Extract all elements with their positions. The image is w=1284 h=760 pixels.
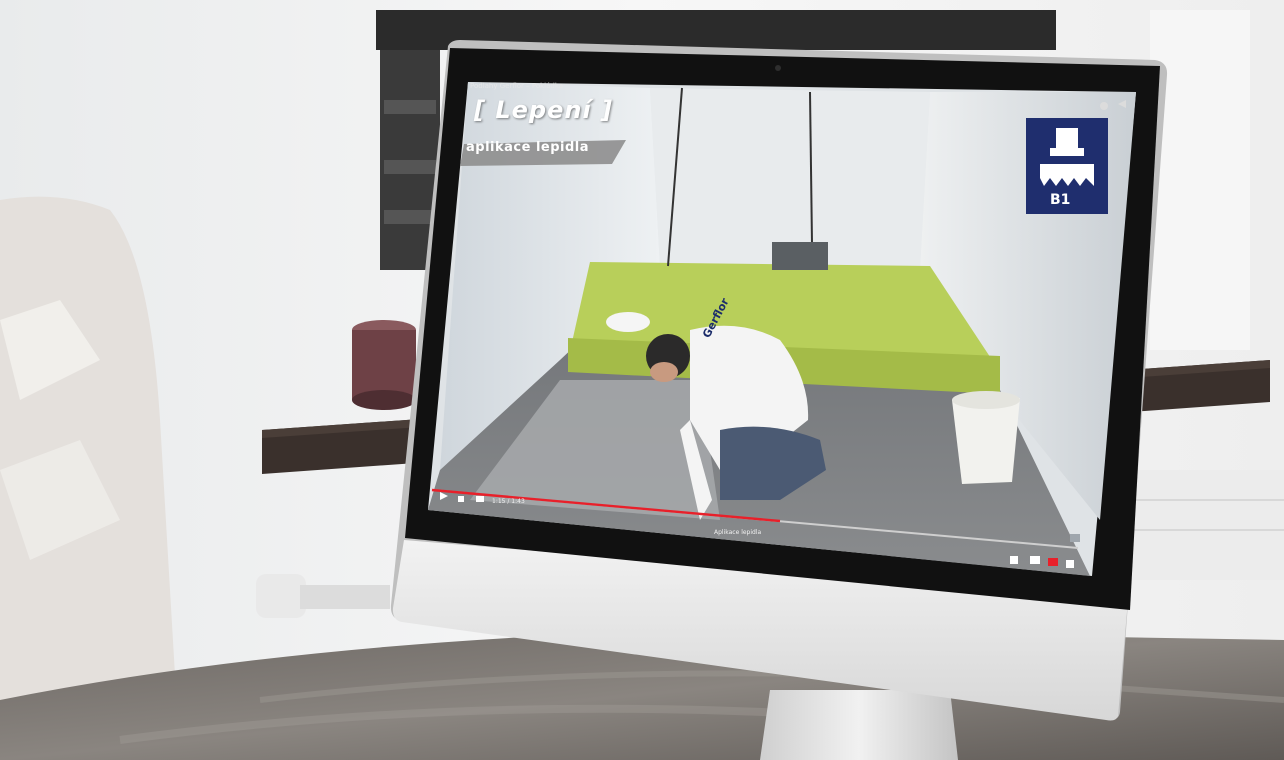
- pip-icon: [1070, 534, 1080, 542]
- fullscreen-icon: [1066, 560, 1074, 568]
- video-caption: Podlahy Gerflor – Pokládka: [470, 82, 564, 90]
- vase: [352, 320, 416, 410]
- monitor-stand: [760, 690, 958, 760]
- camera-dot: [775, 65, 781, 71]
- badge-label: B1: [1050, 192, 1071, 208]
- overlay-title: [ Lepení ]: [474, 96, 613, 124]
- radiator: [1130, 470, 1284, 580]
- volume-icon: [476, 496, 484, 502]
- heart-icon: [1048, 558, 1058, 566]
- chapter-label[interactable]: Aplikace lepidla: [714, 529, 761, 536]
- clock-icon: [1100, 102, 1108, 110]
- photo-scene: [0, 0, 1284, 760]
- subtitles-icon: [1010, 556, 1018, 564]
- next-icon: [458, 496, 464, 502]
- settings-icon: [1030, 556, 1040, 564]
- bucket-icon: [952, 391, 1020, 484]
- video-screen: [428, 82, 1136, 576]
- overlay-subtitle: aplikace lepidla: [466, 140, 590, 155]
- time-display: 1:15 / 1:43: [492, 498, 525, 505]
